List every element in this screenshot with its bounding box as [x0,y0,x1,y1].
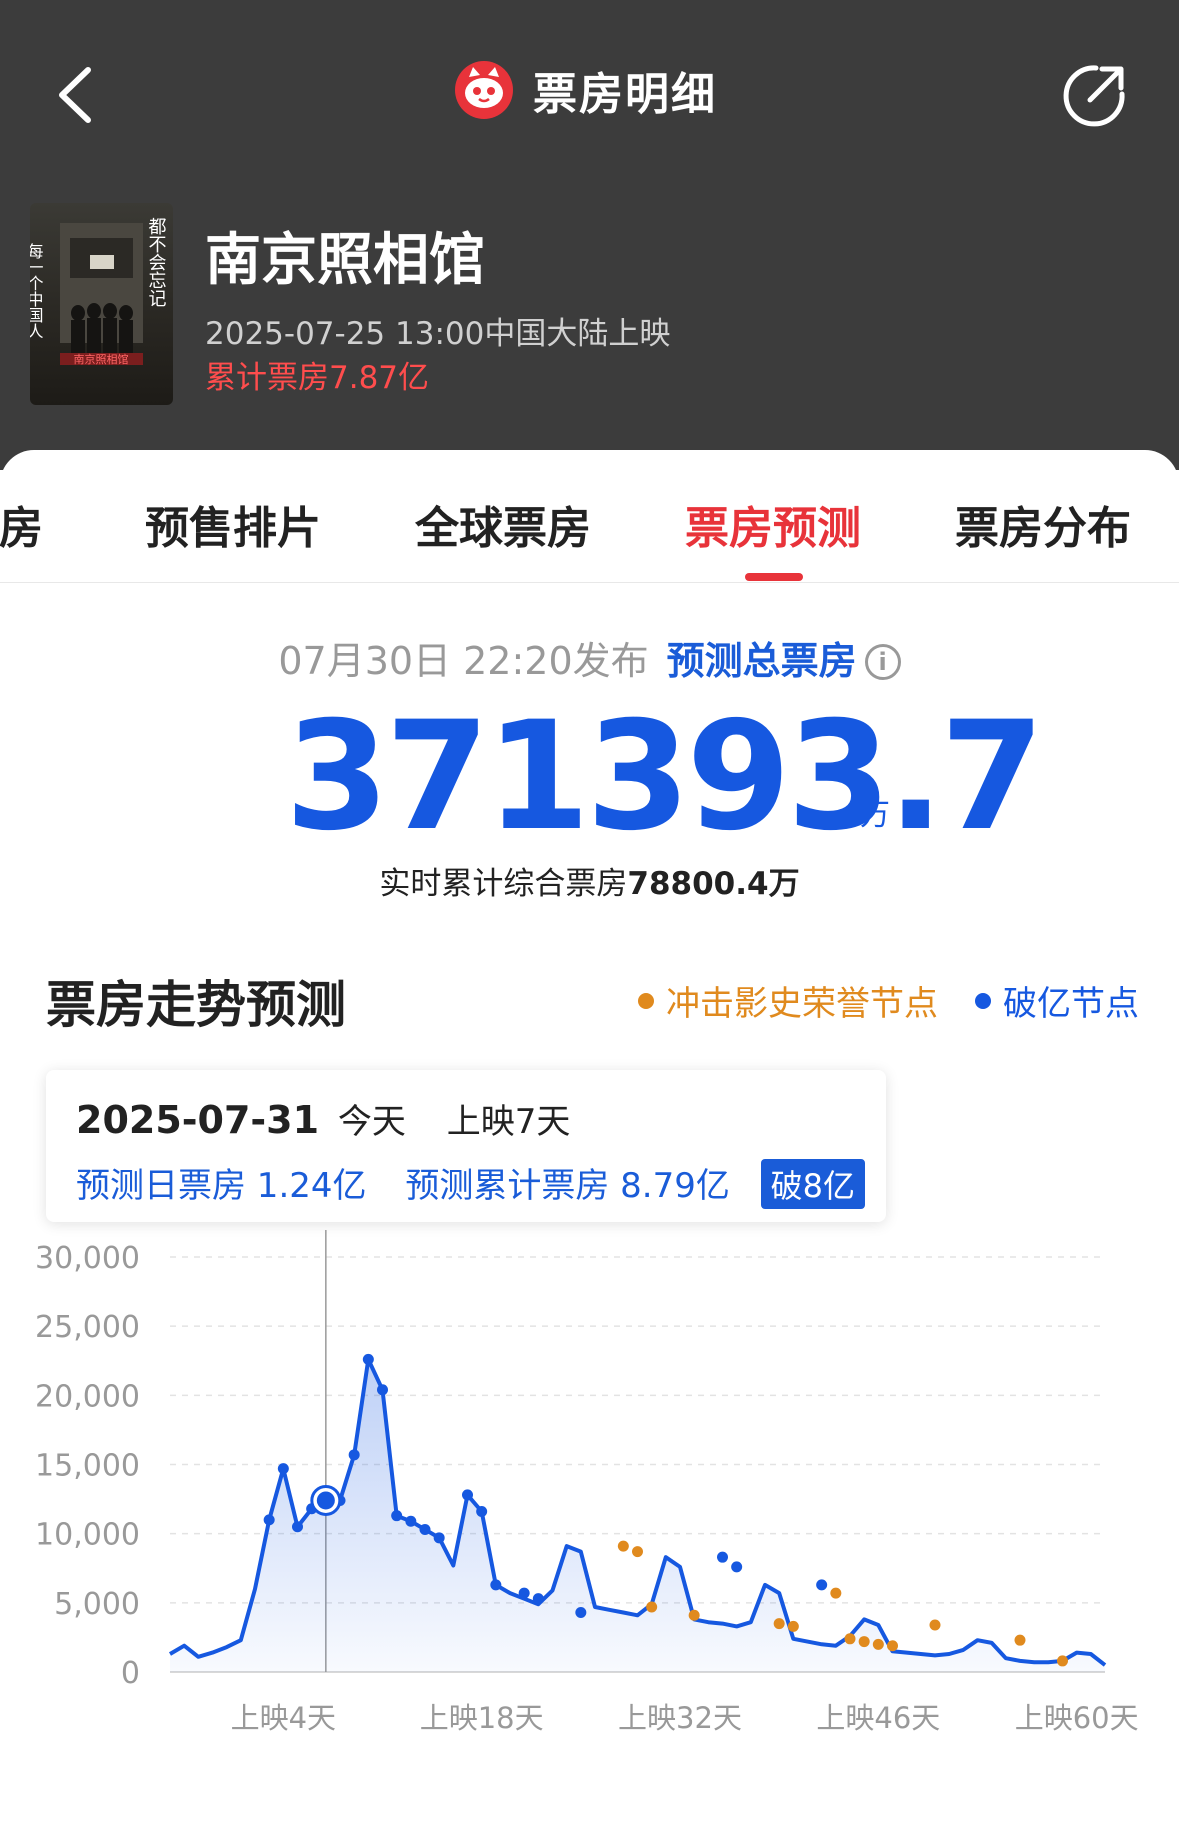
node-point [277,1463,289,1475]
chevron-left-icon [59,67,91,123]
chart-tooltip: 2025-07-31 今天 上映7天 预测日票房 1.24亿 预测累计票房 8.… [46,1070,886,1222]
tab-presale[interactable]: 预售排片 [145,492,321,556]
node-point [688,1609,700,1621]
node-point [263,1514,275,1526]
forecast-publish-line: 07月30日 22:20发布 预测总票房 i [0,630,1179,685]
node-point [844,1633,856,1645]
node-point [462,1489,473,1501]
tab-divider [0,582,1179,583]
node-point [292,1521,303,1533]
node-point [532,1593,544,1605]
node-point [405,1515,417,1527]
cumulative-box-office: 累计票房7.87亿 [205,360,430,396]
y-tick-label: 5,000 [54,1587,140,1622]
node-point [575,1607,587,1619]
node-point [717,1551,728,1563]
tooltip-date: 2025-07-31 [76,1098,320,1142]
cat-logo-icon [455,61,513,119]
tab-bar: 票房 预售排片 全球票房 票房预测 票房分布 [0,480,1179,580]
tab-distribution[interactable]: 票房分布 [955,492,1131,556]
node-point [787,1620,799,1632]
node-point [816,1579,828,1591]
box-office-trend-chart[interactable]: 0 5,000 10,000 15,000 20,000 25,000 30,000 上映4天… [0,1230,1179,1790]
tooltip-cumulative: 预测累计票房 8.79亿 [405,1166,730,1206]
info-icon[interactable]: i [864,644,901,680]
poster-slogan-left: 每一个中国人 [30,243,44,339]
node-point [617,1540,629,1552]
tooltip-day: 上映7天 [446,1102,571,1142]
node-point [887,1640,898,1652]
y-tick-label: 30,000 [35,1241,140,1276]
legend-honor-label: 冲击影史荣誉节点 [666,984,938,1024]
x-tick-label: 上映18天 [420,1701,544,1735]
tooltip-header: 2025-07-31 今天 上映7天 [76,1094,570,1143]
poster-title-text: 南京照相馆 [74,352,129,366]
trend-title: 票房走势预测 [46,976,346,1034]
share-button[interactable] [1060,60,1130,130]
tooltip-today: 今天 [337,1102,406,1142]
y-tick-label: 0 [121,1656,140,1691]
y-tick-label: 15,000 [35,1449,140,1484]
realtime-value: 78800.4万 [627,866,800,902]
tooltip-badge: 破8亿 [760,1159,866,1209]
blue-dot-icon [975,992,991,1009]
publish-time: 07月30日 22:20发布 [278,639,649,683]
node-point [377,1384,388,1396]
orange-dot-icon [638,992,654,1009]
movie-poster[interactable]: 南京照相馆 每一个中国人 都不会忘记 [30,203,173,405]
page-title: 票房明细 [533,69,717,120]
x-tick-label: 上映46天 [816,1701,940,1735]
release-info: 2025-07-25 13:00中国大陆上映 [205,316,671,352]
node-point [490,1579,502,1591]
node-point [646,1601,658,1613]
forecast-total-label[interactable]: 预测总票房 [667,639,857,683]
back-button[interactable] [50,60,110,130]
share-icon [1063,65,1125,127]
node-point [1014,1634,1026,1646]
tab-box-office[interactable]: 票房 [0,492,43,556]
node-point [419,1524,431,1536]
legend-billion-node[interactable]: 破亿节点 [975,976,1139,1025]
x-tick-label: 上映4天 [231,1701,336,1735]
active-tab-indicator [745,573,803,581]
y-tick-label: 25,000 [35,1310,140,1345]
legend-billion-label: 破亿节点 [1003,984,1139,1024]
tab-global[interactable]: 全球票房 [415,492,591,556]
node-point [518,1587,530,1599]
highlight-point [316,1491,335,1510]
node-point [1057,1655,1068,1667]
node-point [362,1353,374,1365]
node-point [433,1532,445,1544]
poster-slogan-right: 都不会忘记 [146,217,167,307]
legend-honor-node[interactable]: 冲击影史荣誉节点 [638,976,938,1025]
movie-title: 南京照相馆 [205,228,485,293]
area-fill [170,1359,1105,1672]
node-point [858,1636,870,1648]
node-point [632,1546,643,1558]
x-tick-label: 上映32天 [618,1701,742,1735]
tooltip-values: 预测日票房 1.24亿 预测累计票房 8.79亿 破8亿 [76,1158,866,1209]
y-tick-label: 10,000 [35,1518,140,1553]
node-point [830,1587,842,1599]
x-tick-label: 上映60天 [1015,1701,1139,1735]
node-point [476,1506,488,1518]
tab-forecast[interactable]: 票房预测 [685,492,861,556]
forecast-unit: 万 [860,798,890,833]
node-point [348,1449,360,1461]
node-point [391,1510,403,1522]
node-point [731,1561,743,1573]
realtime-label: 实时累计综合票房 [379,866,628,902]
y-tick-label: 20,000 [35,1379,140,1414]
forecast-total-value: 371393.7 [285,690,1045,864]
app-title-bar: 票房明细 [455,60,717,120]
node-point [929,1619,941,1631]
realtime-cumulative: 实时累计综合票房78800.4万 [0,858,1179,903]
node-point [773,1618,785,1630]
node-point [872,1638,884,1650]
tooltip-daily: 预测日票房 1.24亿 [76,1166,367,1206]
